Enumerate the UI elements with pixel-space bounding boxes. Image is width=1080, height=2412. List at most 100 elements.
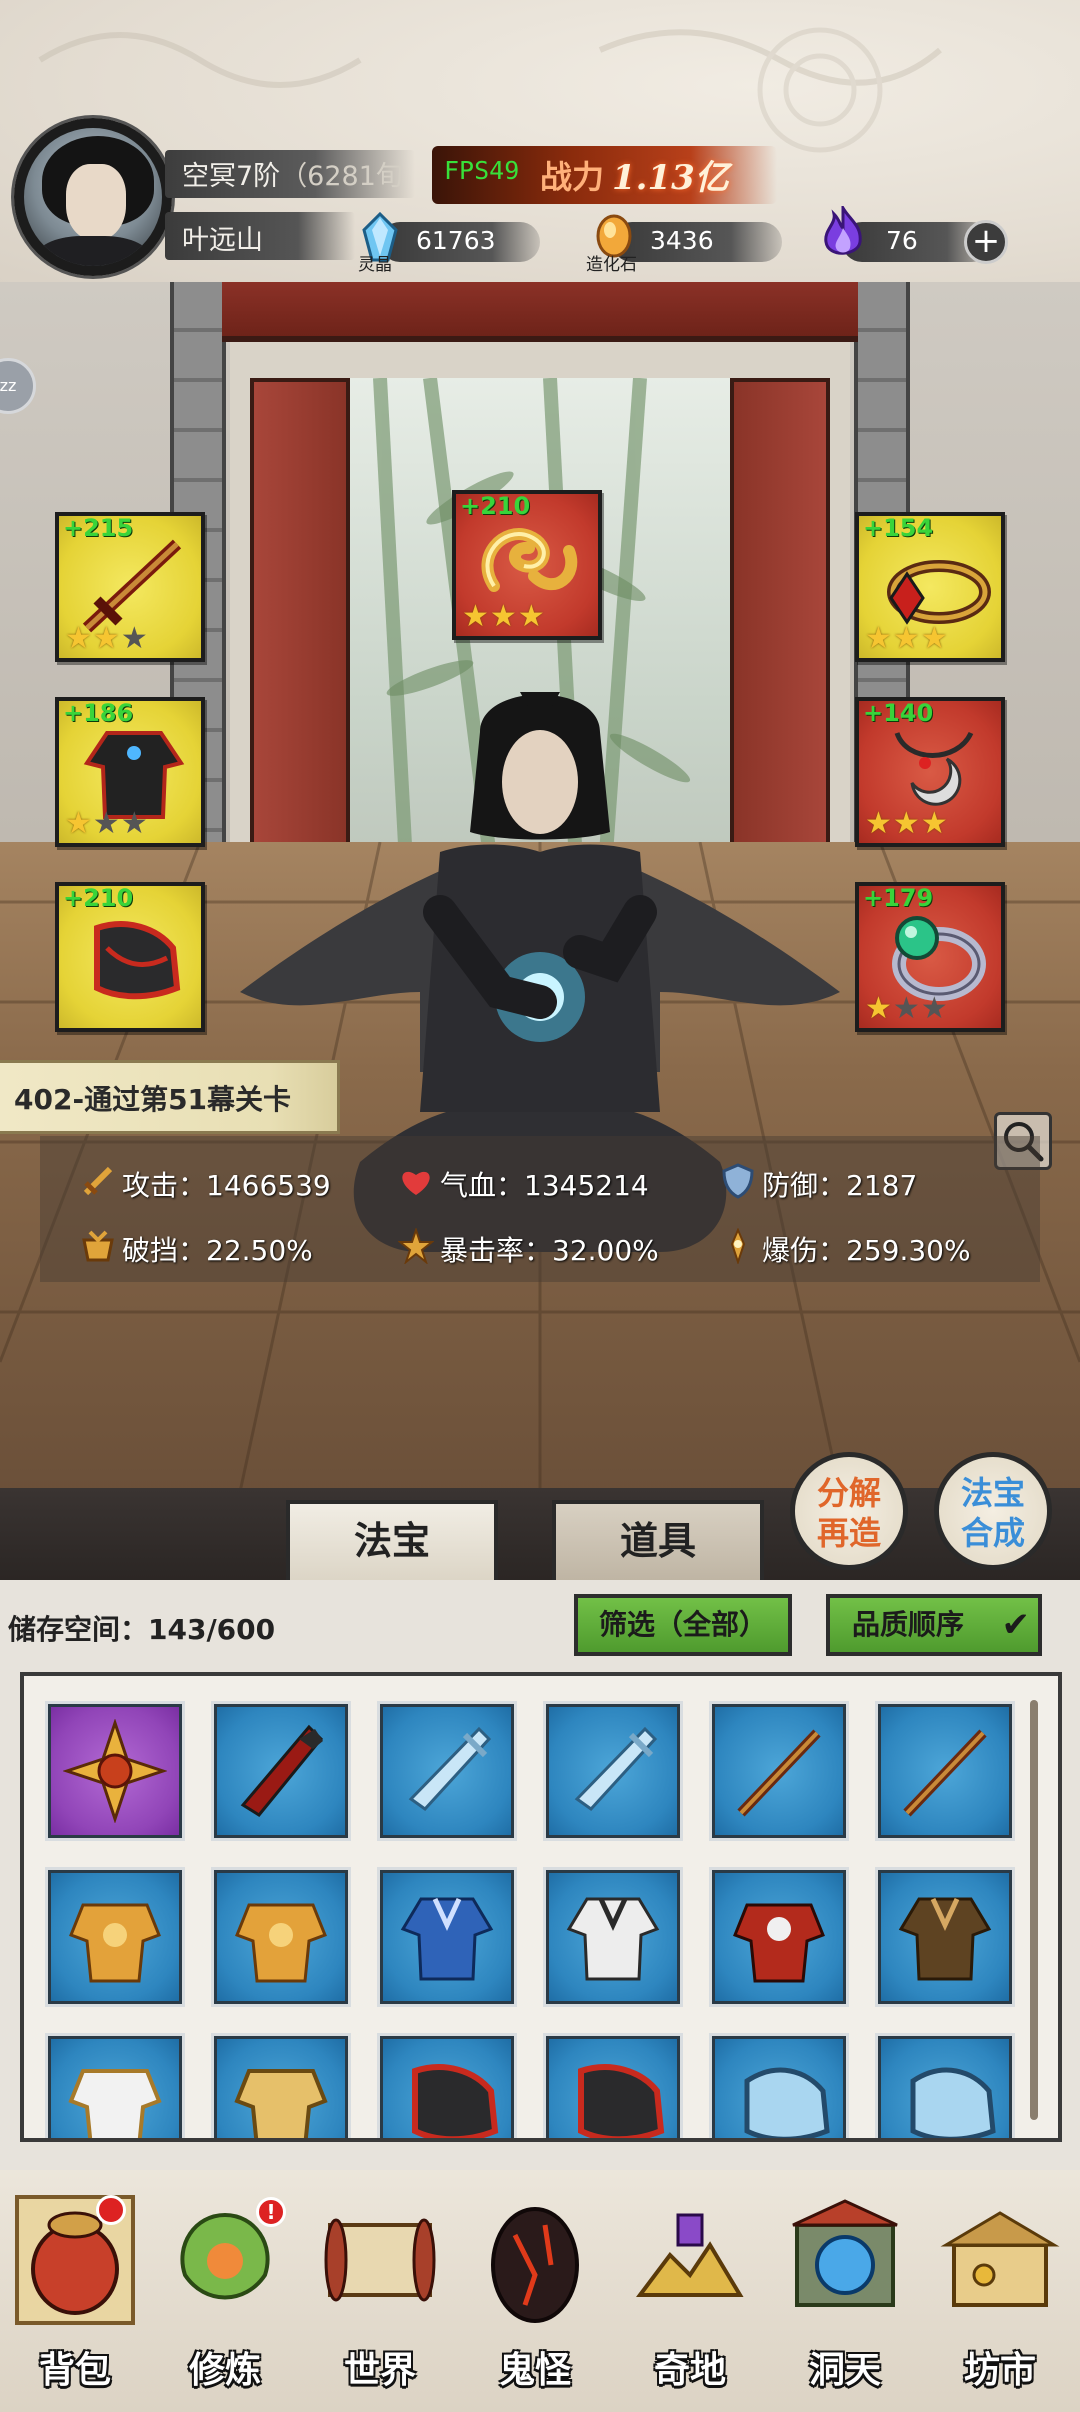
inventory-grid (20, 1672, 1062, 2142)
golden-sword-icon (82, 539, 182, 633)
crown-headband-icon (887, 560, 991, 625)
storage-capacity: 储存空间：143/600 (8, 1613, 276, 1646)
nav-label: 修炼 (188, 2349, 261, 2391)
equip-slot-armor[interactable]: +186 ★★★ (55, 697, 205, 847)
inventory-item[interactable] (48, 2036, 182, 2138)
spirit-crystal-label: 灵晶 (358, 255, 392, 275)
slot-bonus: +186 (63, 699, 134, 727)
nav-cultivate[interactable]: ! 修炼 (150, 2175, 300, 2405)
treasure-compose-button[interactable]: 法宝 合成 (934, 1452, 1052, 1570)
slot-bonus: +140 (863, 699, 934, 727)
purple-flame-value: 76 (886, 226, 918, 255)
equip-slot-boots[interactable]: +210 (55, 882, 205, 1032)
market-icon (940, 2211, 1060, 2307)
creation-stone-value: 3436 (650, 226, 714, 255)
stat-crit-damage: 爆伤：259.30% (762, 1234, 971, 1267)
star-rating: ★★★ (65, 621, 149, 656)
inventory-item[interactable] (380, 1870, 514, 2004)
slot-bonus: +210 (63, 884, 134, 912)
crit-rate-icon (398, 1228, 434, 1264)
combat-power-label: 战力 (540, 158, 605, 196)
star-rating: ★★★ (65, 806, 149, 841)
inventory-item[interactable] (712, 1704, 846, 1838)
notification-dot (96, 2195, 126, 2225)
slot-bonus: +179 (863, 884, 934, 912)
nav-world[interactable]: 世界 (305, 2175, 455, 2405)
equip-slot-sword[interactable]: +215 ★★★ (55, 512, 205, 662)
golden-white-armor-icon (234, 2069, 328, 2138)
golden-beast-armor-icon (235, 1903, 327, 1983)
star-rating: ★★★ (865, 621, 949, 656)
inventory-scrollbar[interactable] (1030, 1700, 1038, 2120)
red-black-boots-icon (578, 2064, 665, 2138)
nav-label: 背包 (38, 2349, 111, 2391)
inventory-item[interactable] (48, 1870, 182, 2004)
inventory-item[interactable] (546, 1870, 680, 2004)
golden-staff-icon (737, 1729, 821, 1817)
heart-icon (402, 1171, 430, 1195)
equip-slot-dragon[interactable]: +210 ★★★ (452, 490, 602, 640)
meditating-cultivator-character (240, 692, 840, 1252)
red-black-boots-icon (412, 2064, 499, 2138)
sort-dropdown[interactable]: 品质顺序 ✔ (826, 1594, 1042, 1656)
slot-bonus: +210 (460, 492, 531, 520)
inventory-item[interactable] (878, 1870, 1012, 2004)
add-currency-button[interactable]: + (964, 220, 1008, 264)
nav-ghost[interactable]: 鬼怪 (460, 2175, 610, 2405)
brown-robe-icon (898, 1897, 992, 1981)
equip-slot-ring[interactable]: +179 ★★★ (855, 882, 1005, 1032)
golden-staff-icon (903, 1729, 987, 1817)
tab-items[interactable]: 道具 (552, 1500, 764, 1584)
player-avatar[interactable] (14, 118, 172, 276)
jade-ring-icon (892, 916, 986, 1001)
sort-label: 品质顺序 (852, 1608, 965, 1641)
decompose-rebuild-button[interactable]: 分解 再造 (790, 1452, 908, 1570)
white-robe-icon (566, 1897, 660, 1981)
crimson-blade-icon (240, 1724, 324, 1817)
combat-power-value: 1.13亿 (612, 158, 729, 198)
nav-label: 鬼怪 (498, 2349, 571, 2391)
inventory-item[interactable] (878, 2036, 1012, 2138)
creation-stone-label: 造化石 (586, 255, 637, 275)
nav-strange-land[interactable]: 奇地 (615, 2175, 765, 2405)
inventory-item[interactable] (48, 1704, 182, 1838)
nav-market[interactable]: 坊市 (925, 2175, 1075, 2405)
world-scroll-icon (324, 2218, 436, 2302)
star-rating: ★★★ (865, 991, 949, 1026)
stat-attack: 攻击：1466539 (122, 1169, 331, 1202)
inventory-item[interactable] (878, 1704, 1012, 1838)
inventory-item[interactable] (214, 1704, 348, 1838)
stat-crit-rate: 暴击率：32.00% (440, 1234, 659, 1267)
fps-counter: FPS49 (444, 156, 520, 185)
slot-bonus: +215 (63, 514, 134, 542)
star-rating: ★★★ (462, 599, 546, 634)
inventory-item[interactable] (712, 1870, 846, 2004)
inventory-item[interactable] (380, 1704, 514, 1838)
red-black-boots-icon (94, 921, 181, 1000)
spirit-crystal-value: 61763 (416, 226, 496, 255)
tab-treasure[interactable]: 法宝 (286, 1500, 498, 1584)
nav-cave[interactable]: 洞天 (770, 2175, 920, 2405)
player-name: 叶远山 (182, 225, 263, 256)
stat-hp: 气血：1345214 (440, 1169, 649, 1202)
inventory-item[interactable] (214, 1870, 348, 2004)
strange-land-icon (636, 2213, 744, 2297)
nav-backpack[interactable]: 背包 (0, 2175, 150, 2405)
golden-sun-talisman-icon (63, 1719, 167, 1823)
inventory-item[interactable] (712, 2036, 846, 2138)
nav-label: 洞天 (808, 2349, 881, 2391)
inventory-item[interactable] (214, 2036, 348, 2138)
equip-slot-crown[interactable]: +154 ★★★ (855, 512, 1005, 662)
inventory-item[interactable] (546, 1704, 680, 1838)
equip-slot-necklace[interactable]: +140 ★★★ (855, 697, 1005, 847)
golden-white-armor-icon (68, 2069, 162, 2138)
slot-bonus: +154 (863, 514, 934, 542)
alert-badge: ! (256, 2197, 286, 2227)
inventory-item[interactable] (380, 2036, 514, 2138)
ice-boots-icon (744, 2067, 830, 2138)
inventory-item[interactable] (546, 2036, 680, 2138)
filter-button[interactable]: 筛选（全部） (574, 1594, 792, 1656)
tabs-bar (0, 1488, 1080, 1580)
chevron-down-icon: ✔ (1001, 1605, 1031, 1645)
ice-sword-icon (574, 1726, 658, 1811)
